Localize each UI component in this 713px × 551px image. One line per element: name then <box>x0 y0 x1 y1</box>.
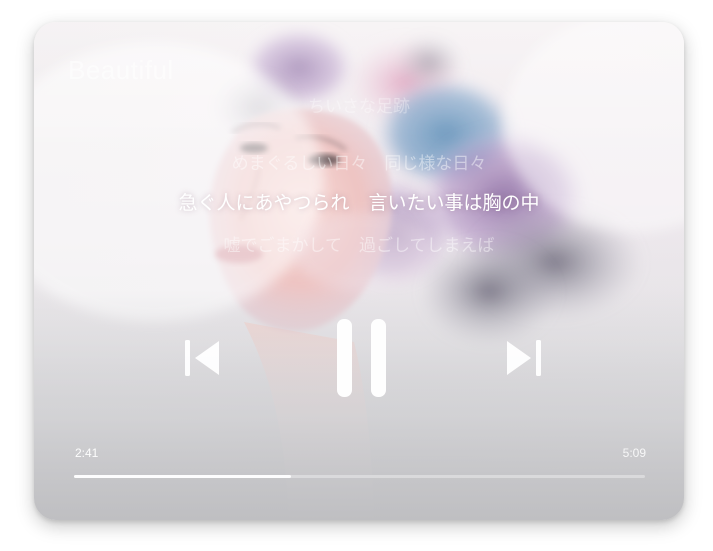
lyric-line-next: 嘘でごまかして 過ごしてしまえば <box>223 236 495 256</box>
skip-next-icon <box>507 340 541 376</box>
lyric-line-previous-2: ちいさな足跡 <box>308 97 410 117</box>
previous-track-button[interactable] <box>182 338 222 378</box>
total-duration: 5:09 <box>622 446 646 460</box>
pause-button[interactable] <box>333 317 393 399</box>
progress-bar[interactable] <box>74 475 645 478</box>
pause-icon <box>337 319 386 397</box>
playback-controls <box>34 312 684 402</box>
current-time: 2:41 <box>75 446 99 460</box>
music-player-card: Beautiful ちいさな足跡 めまぐるしい日々 同じ様な日々 急ぐ人にあやつ… <box>34 22 684 520</box>
stage: Beautiful ちいさな足跡 めまぐるしい日々 同じ様な日々 急ぐ人にあやつ… <box>0 0 713 551</box>
skip-previous-icon <box>185 340 219 376</box>
next-track-button[interactable] <box>504 338 544 378</box>
lyric-line-current: 急ぐ人にあやつられ 言いたい事は胸の中 <box>178 192 540 214</box>
song-title: Beautiful <box>68 55 174 85</box>
progress-fill <box>74 475 291 478</box>
lyric-line-previous: めまぐるしい日々 同じ様な日々 <box>231 154 487 174</box>
